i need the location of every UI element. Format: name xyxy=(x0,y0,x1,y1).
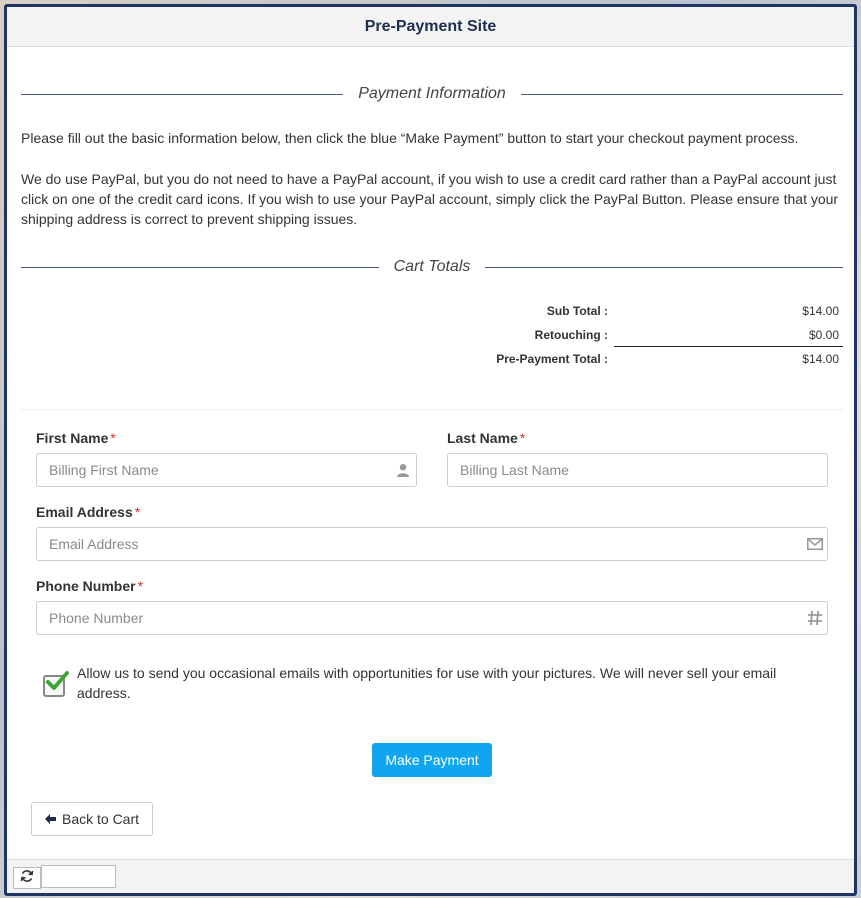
arrow-left-icon xyxy=(44,811,56,827)
back-to-cart-label: Back to Cart xyxy=(61,811,140,827)
last-name-label: Last Name * xyxy=(447,430,525,446)
cart-totals-label: Cart Totals xyxy=(393,258,471,275)
required-marker: * xyxy=(110,430,116,446)
row-label: Pre-Payment Total : xyxy=(496,352,608,366)
title-bar: Pre-Payment Site xyxy=(7,7,854,47)
required-marker: * xyxy=(134,504,141,520)
check-icon xyxy=(46,671,69,690)
phone-label: Phone Number * xyxy=(36,578,143,594)
page-input[interactable] xyxy=(41,865,116,888)
cart-totals-table: Sub Total : $14.00 Retouching : $0.00 Pr… xyxy=(447,299,843,371)
back-to-cart-button[interactable]: Back to Cart xyxy=(31,802,153,836)
payment-info-heading: Payment Information xyxy=(21,82,843,106)
row-label: Sub Total : xyxy=(546,304,608,318)
row-value: $14.00 xyxy=(802,352,839,366)
email-label-text: Email Address xyxy=(36,504,133,520)
required-marker: * xyxy=(519,430,526,446)
payment-info-label: Payment Information xyxy=(358,85,506,102)
retouching-row: Retouching : $0.00 xyxy=(447,323,843,347)
user-icon xyxy=(394,461,412,479)
phone-label-text: Phone Number xyxy=(36,578,136,594)
refresh-icon xyxy=(20,869,34,888)
page-title: Pre-Payment Site xyxy=(364,17,497,35)
envelope-icon xyxy=(806,535,824,553)
instructions-paragraph: Please fill out the basic information be… xyxy=(21,130,799,146)
row-value: $14.00 xyxy=(802,304,839,318)
required-marker: * xyxy=(137,578,144,594)
divider-line xyxy=(21,266,379,268)
first-name-label-text: First Name xyxy=(36,430,109,446)
phone-input[interactable] xyxy=(36,601,828,635)
divider-line xyxy=(485,266,843,268)
last-name-input[interactable] xyxy=(447,453,828,487)
row-value: $0.00 xyxy=(614,323,843,347)
refresh-button[interactable] xyxy=(13,867,41,889)
form-divider xyxy=(21,409,843,410)
consent-text: Allow us to send you occasional emails w… xyxy=(77,665,777,701)
prepayment-total-row: Pre-Payment Total : $14.00 xyxy=(447,347,843,371)
hash-icon xyxy=(806,609,824,627)
page-frame: Pre-Payment Site Payment Information Ple… xyxy=(4,4,857,896)
make-payment-button[interactable]: Make Payment xyxy=(372,743,492,777)
paypal-paragraph: We do use PayPal, but you do not need to… xyxy=(21,171,839,227)
consent-checkbox[interactable] xyxy=(43,671,69,697)
first-name-label: First Name * xyxy=(36,430,116,446)
divider-line xyxy=(21,93,344,95)
footer-bar xyxy=(7,859,854,893)
last-name-label-text: Last Name xyxy=(447,430,518,446)
first-name-input[interactable] xyxy=(36,453,417,487)
email-input[interactable] xyxy=(36,527,828,561)
cart-totals-heading: Cart Totals xyxy=(21,255,843,279)
subtotal-row: Sub Total : $14.00 xyxy=(447,299,843,323)
row-label: Retouching : xyxy=(534,328,608,342)
divider-line xyxy=(520,93,843,95)
email-label: Email Address * xyxy=(36,504,140,520)
